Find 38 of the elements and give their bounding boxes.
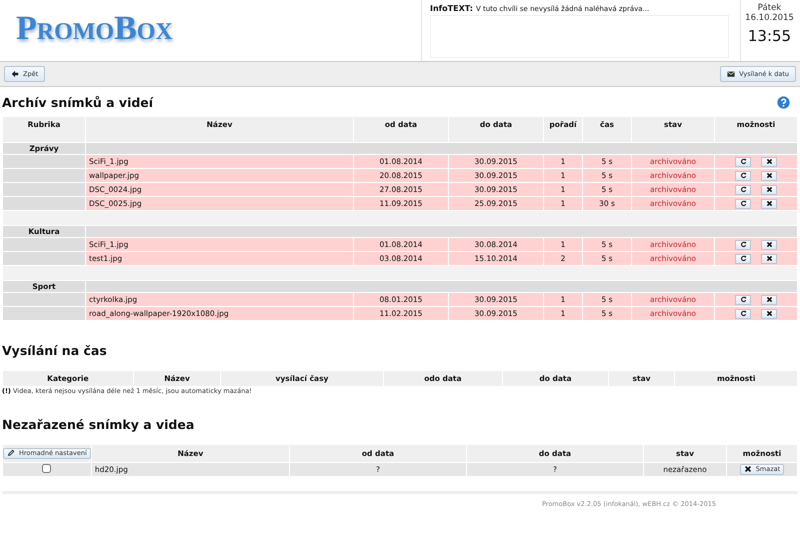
- delete-button[interactable]: [761, 254, 777, 264]
- restore-button[interactable]: [735, 198, 751, 208]
- close-icon: [766, 186, 772, 193]
- logo: PromoBox: [15, 9, 174, 49]
- restore-button[interactable]: [735, 170, 751, 180]
- delete-button[interactable]: [761, 170, 777, 180]
- delete-button[interactable]: [761, 198, 777, 208]
- restore-button[interactable]: [735, 254, 751, 264]
- close-icon: [744, 465, 752, 474]
- date-label: 16.10.2015: [744, 13, 795, 23]
- delete-button[interactable]: [761, 308, 777, 318]
- section-title: Vysílání na čas: [2, 343, 108, 358]
- close-icon: [766, 200, 772, 207]
- help-icon: [777, 96, 790, 109]
- section-title: Nezařazené snímky a videa: [2, 417, 196, 432]
- checkbox[interactable]: [42, 464, 52, 473]
- pencil-icon: [7, 449, 15, 458]
- envelope-icon: [727, 70, 736, 78]
- close-icon: [766, 255, 772, 262]
- close-icon: [766, 310, 772, 317]
- close-icon: [766, 241, 772, 248]
- delete-button[interactable]: [761, 294, 777, 304]
- close-icon: [766, 172, 772, 179]
- restore-button[interactable]: [735, 156, 751, 166]
- close-icon: [766, 296, 772, 303]
- delete-button[interactable]: [761, 184, 777, 194]
- clock-time: 13:55: [746, 27, 792, 45]
- day-label: Pátek: [756, 3, 782, 13]
- restore-button[interactable]: [735, 184, 751, 194]
- arrow-left-icon: [11, 70, 19, 78]
- restore-button[interactable]: [735, 240, 751, 250]
- restore-button[interactable]: [735, 308, 751, 318]
- delete-button[interactable]: [761, 156, 777, 166]
- restore-button[interactable]: [735, 294, 751, 304]
- delete-button[interactable]: [761, 240, 777, 250]
- info-label: InfoTEXT:: [430, 4, 473, 13]
- close-icon: [766, 158, 772, 165]
- section-title: Archív snímků a videí: [2, 95, 154, 110]
